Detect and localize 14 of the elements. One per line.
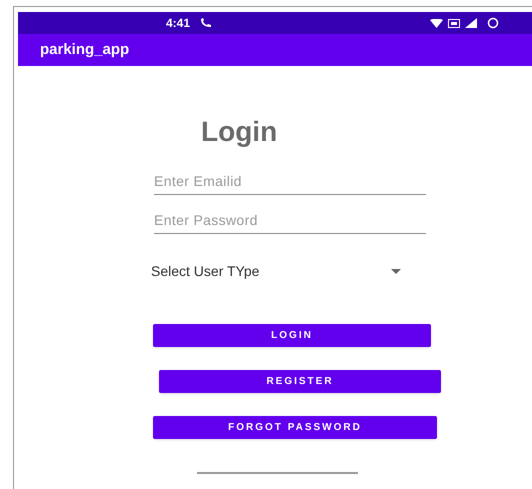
status-time: 4:41 (166, 15, 190, 32)
action-button[interactable]: REGISTER (159, 370, 441, 393)
action-button[interactable]: FORGOT PASSWORD (153, 416, 437, 439)
phone-icon (200, 18, 212, 28)
text-field[interactable]: Enter Password (154, 207, 426, 234)
action-button[interactable]: LOGIN (153, 324, 431, 347)
signal-icon (465, 18, 478, 28)
user-type-dropdown[interactable]: Select User TYpe (151, 259, 401, 283)
sim-icon (448, 18, 460, 28)
login-heading: Login (201, 118, 278, 146)
dropdown-caret-icon (391, 268, 401, 274)
app-title: parking_app (40, 40, 130, 60)
text-field[interactable]: Enter Emailid (154, 168, 426, 195)
wifi-icon (430, 18, 444, 28)
